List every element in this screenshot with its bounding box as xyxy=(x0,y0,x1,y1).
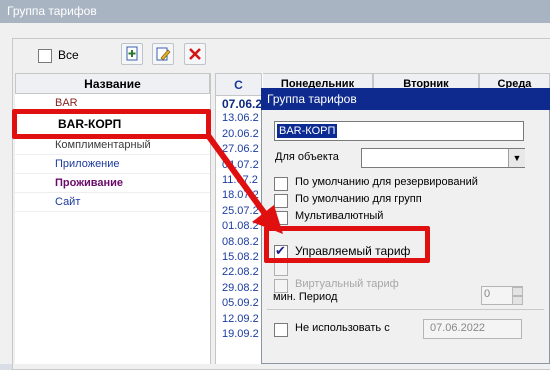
annotation-arrow xyxy=(204,132,283,234)
